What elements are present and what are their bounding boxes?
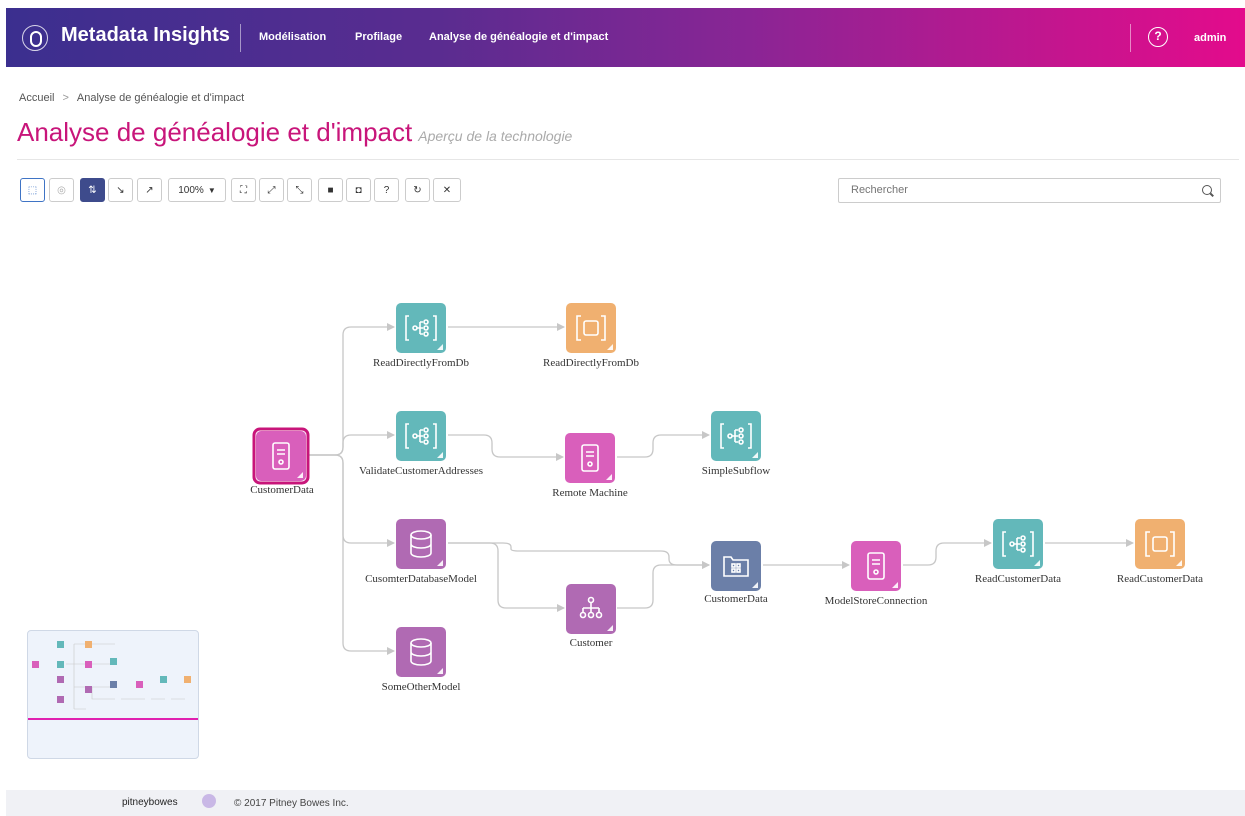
minimap-node — [110, 681, 117, 688]
graph-node[interactable]: SimpleSubflow — [702, 411, 771, 477]
graph-node[interactable]: Customer — [566, 584, 616, 649]
footer-copyright: © 2017 Pitney Bowes Inc. — [234, 798, 349, 809]
graph-node[interactable]: ModelStoreConnection — [825, 541, 928, 607]
graph-node[interactable]: CusomterDatabaseModel — [365, 519, 477, 585]
node-label: ReadCustomerData — [1117, 573, 1203, 585]
graph-node[interactable]: SomeOtherModel — [382, 627, 461, 693]
node-label: ReadDirectlyFromDb — [373, 357, 469, 369]
node-label: CustomerData — [250, 484, 314, 496]
minimap-viewport[interactable] — [28, 718, 198, 720]
minimap-node — [57, 661, 64, 668]
minimap-node — [184, 676, 191, 683]
node-label: ReadCustomerData — [975, 573, 1061, 585]
footer-brand: pitneybowes — [122, 797, 178, 808]
pitney-bowes-logo-icon — [202, 794, 216, 808]
minimap-node — [85, 661, 92, 668]
edge — [448, 434, 564, 461]
minimap-node — [57, 641, 64, 648]
node-label: ReadDirectlyFromDb — [543, 357, 639, 369]
edge — [307, 454, 395, 655]
edge — [307, 323, 395, 456]
node-label: CusomterDatabaseModel — [365, 573, 477, 585]
graph-node[interactable]: CustomerData — [250, 427, 314, 496]
edge — [448, 542, 710, 569]
edge — [617, 431, 710, 458]
graph-node[interactable]: ValidateCustomerAddresses — [359, 411, 483, 477]
graph-node[interactable]: ReadDirectlyFromDb — [543, 303, 639, 369]
graph-minimap[interactable] — [27, 630, 199, 759]
node-label: ModelStoreConnection — [825, 595, 928, 607]
node-label: CustomerData — [704, 593, 768, 605]
node-label: Customer — [570, 637, 613, 649]
graph-node[interactable]: CustomerData — [704, 541, 768, 605]
minimap-node — [57, 676, 64, 683]
minimap-node — [32, 661, 39, 668]
node-label: ValidateCustomerAddresses — [359, 465, 483, 477]
graph-node[interactable]: ReadDirectlyFromDb — [373, 303, 469, 369]
node-label: SomeOtherModel — [382, 681, 461, 693]
footer: pitneybowes © 2017 Pitney Bowes Inc. — [6, 790, 1245, 816]
minimap-node — [85, 641, 92, 648]
graph-node[interactable]: ReadCustomerData — [1117, 519, 1203, 585]
node-label: Remote Machine — [552, 487, 628, 499]
node-label: SimpleSubflow — [702, 465, 771, 477]
graph-node[interactable]: Remote Machine — [552, 433, 628, 499]
minimap-node — [85, 686, 92, 693]
minimap-node — [136, 681, 143, 688]
minimap-graph — [32, 641, 191, 710]
edge — [903, 539, 992, 566]
minimap-node — [160, 676, 167, 683]
graph-node[interactable]: ReadCustomerData — [975, 519, 1061, 585]
minimap-node — [110, 658, 117, 665]
minimap-node — [57, 696, 64, 703]
edge — [307, 431, 395, 456]
edge — [617, 561, 710, 609]
